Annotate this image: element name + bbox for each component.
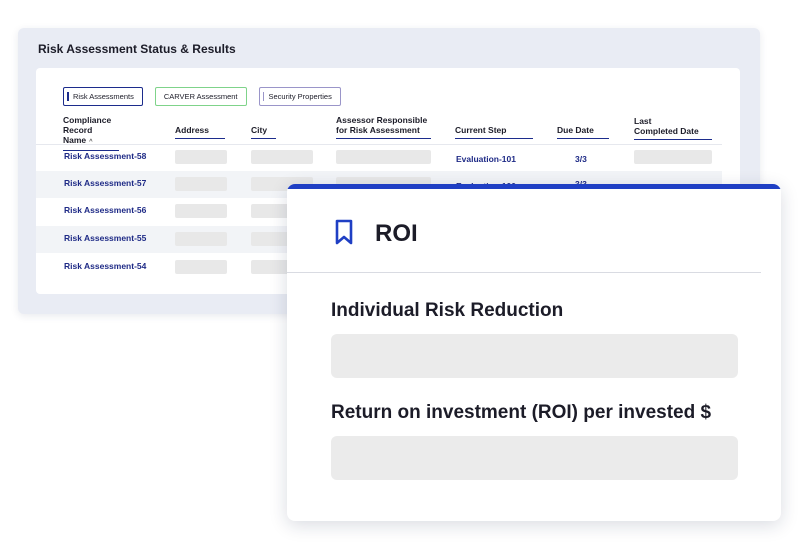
- tab-bar: Risk Assessments CARVER Assessment Secur…: [63, 87, 341, 106]
- tab-security-properties[interactable]: Security Properties: [258, 87, 341, 106]
- row-record-link[interactable]: Risk Assessment-56: [64, 205, 146, 215]
- row-record-link[interactable]: Risk Assessment-57: [64, 178, 146, 188]
- table-row: Risk Assessment-58 Evaluation-101 3/3: [18, 144, 722, 171]
- panel-title: Risk Assessment Status & Results: [38, 42, 236, 56]
- roi-header: ROI: [287, 189, 781, 273]
- roi-divider: [287, 272, 761, 273]
- row-record-link[interactable]: Risk Assessment-58: [64, 151, 146, 161]
- column-header-address[interactable]: Address: [175, 125, 225, 139]
- tab-risk-assessments[interactable]: Risk Assessments: [63, 87, 143, 106]
- address-placeholder: [175, 232, 227, 246]
- roi-per-dollar-label: Return on investment (ROI) per invested …: [331, 402, 712, 423]
- column-header-assessor[interactable]: Assessor Responsible for Risk Assessment: [336, 115, 431, 139]
- roi-per-dollar-input[interactable]: [331, 436, 738, 480]
- address-placeholder: [175, 177, 227, 191]
- column-header-current-step[interactable]: Current Step: [455, 125, 533, 139]
- individual-risk-reduction-input[interactable]: [331, 334, 738, 378]
- assessor-placeholder: [336, 150, 431, 164]
- column-header-record-name-label: Compliance Record Name: [63, 115, 112, 145]
- due-date: 3/3: [575, 154, 587, 164]
- address-placeholder: [175, 150, 227, 164]
- address-placeholder: [175, 204, 227, 218]
- roi-card: ROI Individual Risk Reduction Return on …: [287, 184, 781, 521]
- tab-carver-assessment[interactable]: CARVER Assessment: [154, 87, 247, 106]
- roi-title: ROI: [375, 220, 418, 247]
- column-header-last-completed[interactable]: Last Completed Date: [634, 116, 712, 140]
- column-header-due-date[interactable]: Due Date: [557, 125, 609, 139]
- row-record-link[interactable]: Risk Assessment-55: [64, 233, 146, 243]
- last-completed-placeholder: [634, 150, 712, 164]
- column-header-city[interactable]: City: [251, 125, 276, 139]
- row-record-link[interactable]: Risk Assessment-54: [64, 261, 146, 271]
- address-placeholder: [175, 260, 227, 274]
- city-placeholder: [251, 150, 313, 164]
- bookmark-icon: [335, 219, 353, 245]
- individual-risk-reduction-label: Individual Risk Reduction: [331, 300, 564, 321]
- current-step-link[interactable]: Evaluation-101: [456, 154, 516, 164]
